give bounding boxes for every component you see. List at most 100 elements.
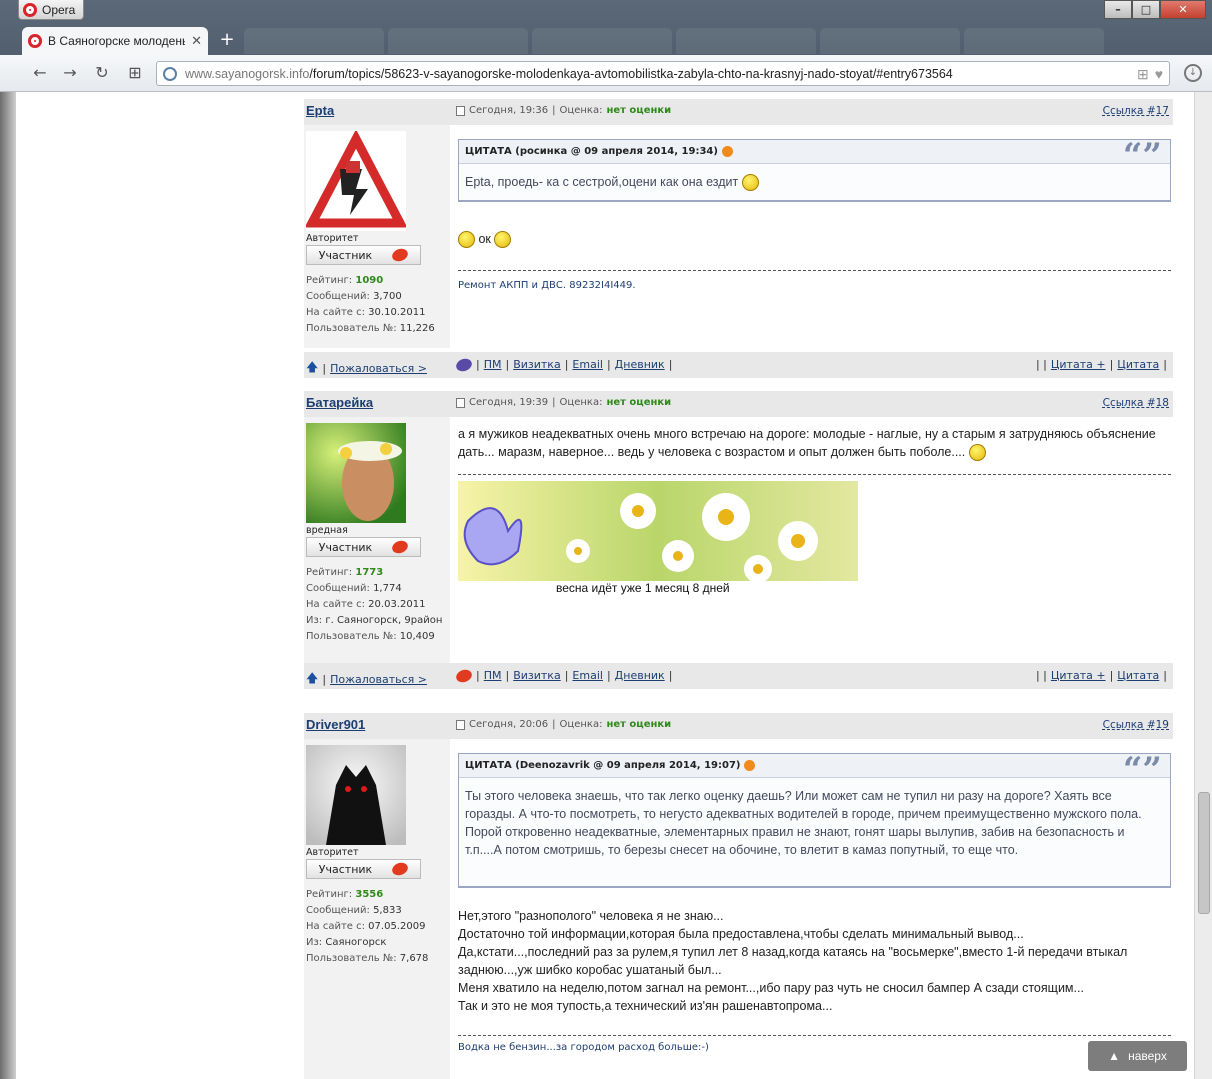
stat-label: Пользователь №:: [306, 631, 397, 642]
diary-link[interactable]: Дневник: [615, 358, 665, 371]
scroll-up-icon[interactable]: 🡅: [306, 358, 318, 379]
go-to-quote-icon[interactable]: [721, 146, 733, 157]
post-footer: 🡅 | Пожаловаться > | ПМ | Визитка | Email | …: [304, 663, 1173, 689]
quote-link[interactable]: Цитата: [1117, 358, 1159, 371]
background-tab[interactable]: [964, 28, 1104, 54]
quote-plus-link[interactable]: Цитата +: [1051, 669, 1106, 682]
site-info-icon[interactable]: [163, 66, 177, 81]
stat-label: Сообщений:: [306, 583, 370, 594]
user-since: 07.05.2009: [368, 921, 426, 932]
reload-icon[interactable]: ↻: [91, 63, 113, 83]
address-bar[interactable]: www.sayanogorsk.info /forum/topics/58623…: [156, 61, 1170, 86]
stat-label: Рейтинг:: [306, 567, 353, 578]
address-actions: ⊞ ♥: [1137, 66, 1163, 83]
quote-link[interactable]: Цитата: [1117, 669, 1159, 682]
profile-icon[interactable]: [454, 667, 474, 684]
page-scrollbar[interactable]: [1194, 92, 1212, 1079]
quote-text-content: Epta, проедь- ка с сестрой,оцени как она…: [465, 175, 739, 189]
stat-label: Из:: [306, 615, 323, 626]
background-tab[interactable]: [388, 28, 528, 54]
window-controls: – □ ✕: [1104, 0, 1206, 19]
tab-active[interactable]: В Саяногорске молоденькая ✕: [22, 27, 208, 55]
pm-link[interactable]: ПМ: [484, 669, 502, 682]
maximize-button[interactable]: □: [1132, 0, 1160, 19]
back-arrow-icon[interactable]: ←: [29, 63, 51, 83]
scrollbar-thumb[interactable]: [1198, 792, 1210, 914]
user-number: 11,226: [399, 323, 435, 334]
post-footer: 🡅 | Пожаловаться > | ПМ | Визитка | Email | …: [304, 352, 1173, 378]
meta-separator: |: [552, 397, 556, 408]
post-permalink[interactable]: Ссылка #17: [1103, 105, 1169, 117]
laugh-icon: [494, 231, 512, 249]
quote-plus-link[interactable]: Цитата +: [1051, 358, 1106, 371]
tab-close-icon[interactable]: ✕: [191, 33, 202, 49]
download-icon[interactable]: ↓: [1184, 64, 1202, 82]
author-link[interactable]: Epta: [306, 103, 334, 118]
user-stats: Рейтинг: 1090 Сообщений: 3,700 На сайте …: [306, 273, 435, 337]
post-meta: Сегодня, 20:06 | Оценка: нет оценки: [456, 719, 671, 730]
email-link[interactable]: Email: [572, 669, 603, 682]
signature-divider: [458, 270, 1171, 271]
post-message: ок: [458, 230, 1171, 249]
scroll-up-icon[interactable]: 🡅: [306, 669, 318, 690]
opera-menu-button[interactable]: Opera: [18, 0, 84, 20]
member-badge: Участник: [306, 245, 421, 265]
stat-label: Пользователь №:: [306, 323, 397, 334]
member-badge-label: Участник: [318, 540, 373, 554]
user-rating: 3556: [355, 889, 384, 900]
user-rating: 1090: [355, 275, 384, 286]
background-tab[interactable]: [532, 28, 672, 54]
email-link[interactable]: Email: [572, 358, 603, 371]
navigation-toolbar: ← → ↻ ⊞ www.sayanogorsk.info /forum/topi…: [0, 55, 1212, 92]
browser-chrome: Opera – □ ✕ В Саяногорске молоденькая ✕ …: [0, 0, 1212, 92]
avatar[interactable]: [306, 131, 406, 231]
card-link[interactable]: Визитка: [513, 358, 561, 371]
avatar[interactable]: [306, 423, 406, 523]
banner-caption: весна идёт уже 1 месяц 8 дней: [556, 581, 730, 595]
minimize-button[interactable]: –: [1104, 0, 1132, 19]
quote-text: Epta, проедь- ка с сестрой,оцени как она…: [459, 164, 1170, 198]
grid-icon[interactable]: ⊞: [1137, 66, 1149, 83]
user-since: 30.10.2011: [368, 307, 426, 318]
user-group: Авторитет: [306, 847, 359, 858]
pm-link[interactable]: ПМ: [484, 358, 502, 371]
author-link[interactable]: Батарейка: [306, 395, 373, 410]
user-number: 10,409: [399, 631, 435, 642]
meta-separator: |: [552, 105, 556, 116]
signature: Водка не бензин...за городом расход боль…: [458, 1042, 709, 1053]
author-link[interactable]: Driver901: [306, 717, 365, 732]
forward-arrow-icon[interactable]: →: [59, 63, 81, 83]
post-permalink[interactable]: Ссылка #19: [1103, 719, 1169, 731]
diary-link[interactable]: Дневник: [615, 669, 665, 682]
signature-banner-image: [458, 481, 858, 581]
speed-dial-icon[interactable]: ⊞: [124, 63, 146, 83]
member-badge-label: Участник: [318, 862, 373, 876]
profile-icon[interactable]: [454, 356, 474, 373]
heart-icon[interactable]: ♥: [1155, 66, 1163, 83]
report-link[interactable]: Пожаловаться >: [330, 673, 427, 686]
opera-menu-label: Opera: [42, 2, 76, 17]
background-tab[interactable]: [244, 28, 384, 54]
message-line: Меня хватило на неделю,потом загнал на р…: [458, 981, 1084, 995]
new-tab-button[interactable]: +: [214, 30, 240, 50]
post-message-text: а я мужиков неадекватных очень много вст…: [458, 427, 1156, 459]
footer-left: 🡅 | Пожаловаться >: [306, 358, 427, 379]
quote-source: ЦИТАТА (росинка @ 09 апреля 2014, 19:34): [465, 146, 718, 157]
author-sidebar: вредная Участник Рейтинг: 1773 Сообщений…: [304, 417, 450, 670]
rating-value: нет оценки: [606, 397, 672, 408]
footer-actions: | ПМ | Визитка | Email | Дневник |: [454, 667, 672, 684]
scroll-to-top-button[interactable]: ▲ наверх: [1088, 1041, 1187, 1071]
post-permalink[interactable]: Ссылка #18: [1103, 397, 1169, 409]
stat-label: На сайте с:: [306, 307, 365, 318]
quote-marks-icon: “”: [1122, 136, 1162, 176]
background-tab[interactable]: [820, 28, 960, 54]
card-link[interactable]: Визитка: [513, 669, 561, 682]
avatar[interactable]: [306, 745, 406, 845]
go-to-quote-icon[interactable]: [744, 760, 756, 771]
post-header: Driver901 Сегодня, 20:06 | Оценка: нет о…: [304, 713, 1173, 739]
author-sidebar: Авторитет Участник Рейтинг: 1090 Сообщен…: [304, 125, 450, 348]
report-link[interactable]: Пожаловаться >: [330, 362, 427, 375]
post-time: Сегодня, 19:36: [469, 105, 549, 116]
close-window-button[interactable]: ✕: [1160, 0, 1206, 19]
background-tab[interactable]: [676, 28, 816, 54]
